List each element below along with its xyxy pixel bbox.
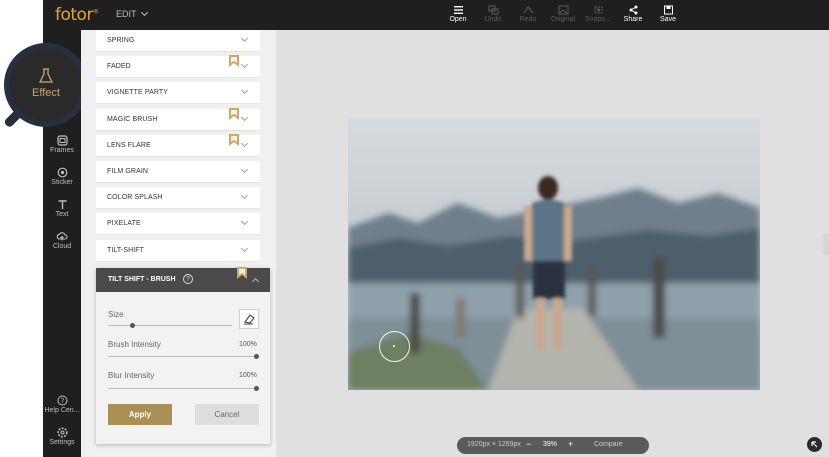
help-icon: ? <box>57 395 67 406</box>
effects-panel: SPRING FADED VIGNETTE PARTY MAGIC BRUSH LENS… <box>81 30 276 457</box>
chevron-up-icon <box>251 277 260 286</box>
effect-item-label: COLOR SPLASH <box>107 194 163 202</box>
undo-button[interactable]: Undo <box>476 5 510 23</box>
magnifier-ring: Effect <box>4 43 88 127</box>
eraser-button[interactable] <box>239 309 259 329</box>
rail-item-cloud[interactable]: Cloud <box>43 231 81 250</box>
effect-item-label: FADED <box>107 63 131 71</box>
eraser-icon <box>244 314 255 325</box>
redo-button[interactable]: Redo <box>511 5 545 23</box>
blur-intensity-label: Blur Intensity <box>108 371 155 380</box>
save-icon <box>663 5 673 15</box>
apply-button[interactable]: Apply <box>108 404 172 425</box>
chevron-down-icon <box>240 244 249 252</box>
effect-item-tilt-shift[interactable]: TILT-SHIFT <box>96 239 260 262</box>
brush-intensity-slider[interactable] <box>108 356 258 357</box>
chevron-down-icon <box>240 218 249 226</box>
edit-menu[interactable]: EDIT <box>116 8 148 19</box>
brush-cursor <box>379 331 410 362</box>
canvas-area[interactable]: 1920px × 1269px − 39% + Compare <box>276 30 829 457</box>
redo-icon <box>523 6 533 14</box>
effect-item-color-splash[interactable]: COLOR SPLASH <box>96 187 260 210</box>
rail-item-settings[interactable]: Settings <box>43 427 81 446</box>
effect-item-magic-brush[interactable]: MAGIC BRUSH <box>96 107 260 131</box>
image-dimensions: 1920px × 1269px <box>467 441 521 448</box>
undo-icon <box>488 5 498 15</box>
chevron-down-icon <box>240 192 249 200</box>
rail-item-sticker[interactable]: Sticker <box>43 167 81 186</box>
chevron-down-icon <box>240 87 249 95</box>
snapshot-icon <box>594 6 602 14</box>
brush-intensity-label: Brush Intensity <box>108 340 161 349</box>
premium-bookmark-icon <box>229 54 239 72</box>
fotor-logo[interactable]: fotor® <box>55 5 99 25</box>
effect-item-label: SPRING <box>107 37 135 44</box>
menu-icon <box>453 6 463 14</box>
sticker-icon <box>57 167 67 178</box>
chevron-down-icon <box>240 113 249 121</box>
effect-item-film-grain[interactable]: FILM GRAIN <box>96 161 260 183</box>
size-slider-handle[interactable] <box>130 323 136 328</box>
premium-bookmark-icon <box>229 133 239 151</box>
effect-item-label: VIGNETTE PARTY <box>107 89 169 97</box>
tilt-shift-brush-header[interactable]: TILT SHIFT - BRUSH ? <box>96 266 270 292</box>
brush-intensity-value: 100% <box>239 341 257 348</box>
text-icon <box>58 200 66 209</box>
brush-intensity-handle[interactable] <box>254 354 259 359</box>
collapse-button[interactable] <box>807 437 822 452</box>
blur-intensity-handle[interactable] <box>254 386 259 391</box>
share-button[interactable]: Share <box>616 5 650 23</box>
rail-item-help[interactable]: ? Help Cen... <box>43 395 81 414</box>
zoom-level: 39% <box>543 441 558 448</box>
arrow-up-left-icon <box>811 441 818 448</box>
panel-title: TILT SHIFT - BRUSH <box>108 276 176 283</box>
gear-icon <box>56 427 68 438</box>
size-slider[interactable] <box>108 325 232 326</box>
premium-bookmark-icon <box>237 266 247 284</box>
cloud-icon <box>56 232 68 241</box>
svg-text:?: ? <box>60 397 64 405</box>
snapshot-button[interactable]: Snaps... <box>581 5 615 23</box>
effect-item-lens-flare[interactable]: LENS FLARE <box>96 133 260 157</box>
chevron-down-icon <box>240 165 249 174</box>
photo-preview[interactable] <box>348 118 760 390</box>
tilt-shift-brush-panel: TILT SHIFT - BRUSH ? Size Brush Intensit… <box>96 266 270 444</box>
premium-bookmark-icon <box>229 107 239 125</box>
rail-item-effect[interactable]: Effect <box>20 59 72 111</box>
effect-item-pixelate[interactable]: PIXELATE <box>96 213 260 236</box>
save-button[interactable]: Save <box>651 5 685 23</box>
effect-item-label: TILT-SHIFT <box>107 246 145 254</box>
image-icon <box>558 5 568 15</box>
effect-item-spring[interactable]: SPRING <box>96 30 260 52</box>
chevron-down-icon <box>240 34 249 43</box>
effect-item-vignette-party[interactable]: VIGNETTE PARTY <box>96 82 260 105</box>
blur-intensity-slider[interactable] <box>108 388 258 389</box>
chevron-down-icon <box>240 61 249 69</box>
zoom-in-button[interactable]: + <box>568 439 573 449</box>
effect-label: Effect <box>32 87 60 99</box>
effect-item-label: FILM GRAIN <box>107 168 149 175</box>
size-label: Size <box>108 310 124 319</box>
compare-button[interactable]: Compare <box>594 441 623 448</box>
right-panel-handle[interactable] <box>823 233 829 255</box>
original-button[interactable]: Original <box>546 5 580 23</box>
open-button[interactable]: Open <box>441 5 475 23</box>
photo-image <box>348 118 760 390</box>
chevron-down-icon <box>240 139 249 147</box>
share-icon <box>629 5 637 15</box>
effect-item-faded[interactable]: FADED <box>96 54 260 79</box>
flask-icon <box>38 68 54 83</box>
effect-item-label: PIXELATE <box>107 220 141 228</box>
top-bar: fotor® EDIT Open Undo Redo Original Snap… <box>43 0 829 30</box>
zoom-status-bar: 1920px × 1269px − 39% + Compare <box>457 437 649 454</box>
zoom-out-button[interactable]: − <box>526 439 531 449</box>
rail-item-text[interactable]: Text <box>43 199 81 218</box>
chevron-down-icon <box>140 8 148 17</box>
effect-item-label: LENS FLARE <box>107 141 151 149</box>
cancel-button[interactable]: Cancel <box>195 404 259 425</box>
fotor-editor: fotor® EDIT Open Undo Redo Original Snap… <box>0 0 829 457</box>
help-icon[interactable]: ? <box>183 274 193 284</box>
blur-intensity-value: 100% <box>239 372 257 379</box>
effect-item-label: MAGIC BRUSH <box>107 115 158 123</box>
